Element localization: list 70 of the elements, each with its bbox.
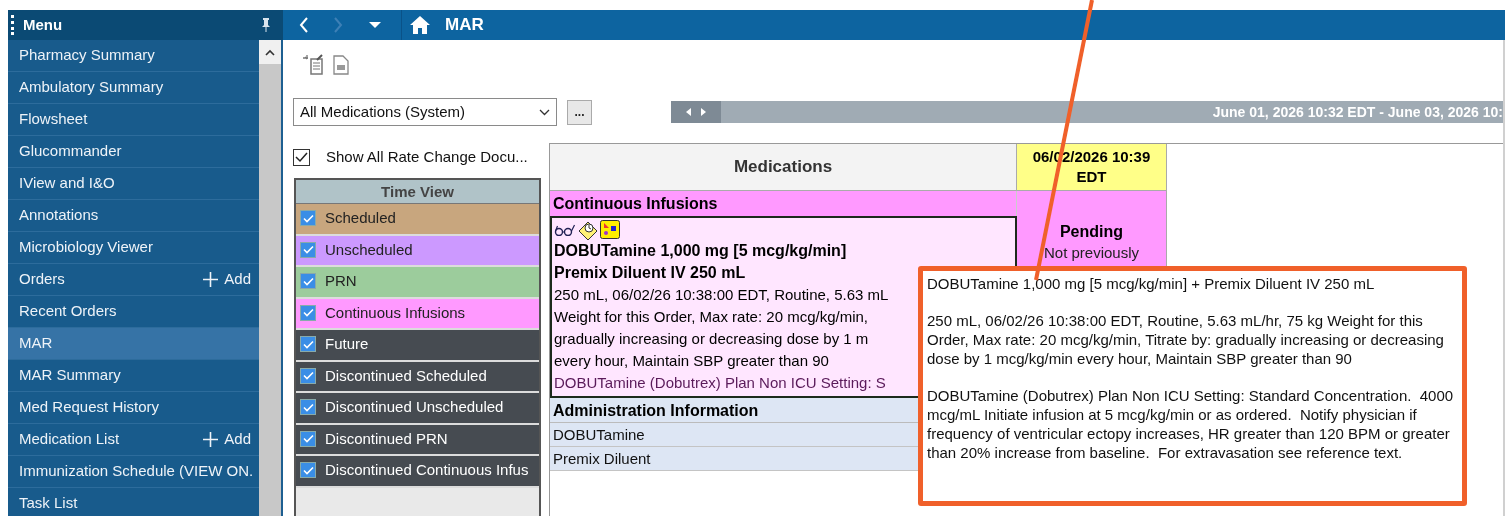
status-text: Pending [1059, 222, 1124, 242]
dropdown-caret-icon[interactable] [369, 22, 381, 28]
time-view-item[interactable]: Continuous Infusions [296, 298, 539, 330]
order-details: Weight for this Order, Max rate: 20 mcg/kg/min, [554, 307, 868, 327]
tooltip-paragraph: 250 mL, 06/02/26 10:38:00 EDT, Routine, 5.63 mL/hr, 75 kg Weight for this Order, Max rate: 20 mcg/kg/min, Titrate by: gradually increasing or decreasing dose by 1 mcg/kg/min every hour, Maintain SBP greater than 90 [927, 311, 1445, 368]
checkbox-label: Continuous Infusions [325, 302, 466, 323]
right-triangle-icon[interactable] [701, 108, 706, 116]
checkbox-label: Discontinued Unscheduled [325, 397, 504, 417]
document-icon[interactable] [333, 55, 349, 75]
checkbox[interactable] [300, 336, 316, 352]
pin-icon[interactable] [261, 18, 271, 32]
checkbox-label: PRN [325, 271, 357, 291]
menu-item[interactable]: MAR [8, 328, 259, 360]
order-details: gradually increasing or decreasing dose by 1 m [554, 329, 869, 349]
time-view-item[interactable]: PRN [296, 267, 539, 299]
checkbox[interactable] [300, 241, 316, 258]
back-icon[interactable] [299, 17, 309, 33]
time-view-item[interactable]: Future [296, 330, 539, 362]
time-view-item[interactable]: Unscheduled [296, 235, 539, 267]
section-header: Continuous Infusions [550, 191, 1017, 216]
add-link[interactable]: Add [203, 428, 251, 451]
scroll-up-button[interactable] [259, 40, 281, 64]
checkbox-label: Future [325, 334, 369, 354]
time-view-header: Time View [296, 180, 539, 204]
checkbox-label: Unscheduled [325, 239, 413, 260]
checkbox[interactable] [300, 304, 316, 321]
chevron-up-icon [265, 48, 275, 56]
left-triangle-icon[interactable] [686, 108, 691, 116]
grip-icon[interactable] [11, 15, 15, 35]
checkbox[interactable] [300, 399, 316, 415]
checkbox[interactable] [300, 462, 316, 478]
glasses-icon [554, 223, 576, 236]
menu-title: Menu [23, 14, 64, 35]
time-view-item[interactable]: Discontinued PRN [296, 424, 539, 456]
page-title: MAR [445, 14, 484, 37]
checkbox-label: Show All Rate Change Docu... [326, 147, 528, 167]
timeline-scroll-buttons[interactable] [671, 101, 721, 123]
tooltip-paragraph: DOBUTamine 1,000 mg [5 mcg/kg/min] + Premix Diluent IV 250 mL [927, 274, 1376, 293]
order-name: DOBUTamine 1,000 mg [5 mcg/kg/min] [554, 241, 847, 261]
order-details: every hour, Maintain SBP greater than 90 [554, 351, 829, 371]
checkbox[interactable] [300, 430, 316, 447]
time-view-item[interactable]: Discontinued Unscheduled [296, 393, 539, 425]
time-view-item[interactable]: Discontinued Scheduled [296, 361, 539, 393]
checkbox-label: Scheduled [325, 208, 396, 228]
column-header: Medications [550, 144, 1017, 191]
more-button[interactable]: ... [567, 99, 592, 125]
shapes-icon [600, 220, 620, 239]
home-icon[interactable] [409, 15, 431, 35]
checkbox[interactable] [293, 148, 310, 166]
note-icon [577, 219, 599, 240]
checkbox-label: Discontinued Continuous Infus [325, 460, 529, 480]
checkbox-label: Discontinued Scheduled [325, 365, 487, 386]
checkbox[interactable] [300, 273, 316, 289]
date-range: June 01, 2026 10:32 EDT - June 03, 2026 10: [1212, 102, 1503, 122]
status-note: Not previously [1043, 243, 1139, 263]
order-comment: DOBUTamine (Dobutrex) Plan Non ICU Setting: S [554, 373, 887, 393]
medications-dropdown[interactable]: All Medications (System) [293, 98, 557, 126]
checkbox-label: Discontinued PRN [325, 428, 448, 449]
plus-icon [203, 272, 219, 287]
add-link[interactable]: Add [203, 268, 251, 291]
order-name: Premix Diluent IV 250 mL [554, 263, 746, 283]
time-view-item[interactable]: Discontinued Continuous Infus [296, 456, 539, 488]
scrollbar[interactable] [259, 40, 283, 516]
add-document-icon[interactable] [303, 54, 325, 76]
checkbox[interactable] [300, 210, 316, 226]
checkbox[interactable] [300, 367, 316, 384]
plus-icon [203, 432, 219, 447]
order-details: 250 mL, 06/02/26 10:38:00 EDT, Routine, 5.63 mL [554, 285, 889, 305]
time-view-item[interactable]: Scheduled [296, 204, 539, 236]
chevron-down-icon [539, 108, 550, 116]
